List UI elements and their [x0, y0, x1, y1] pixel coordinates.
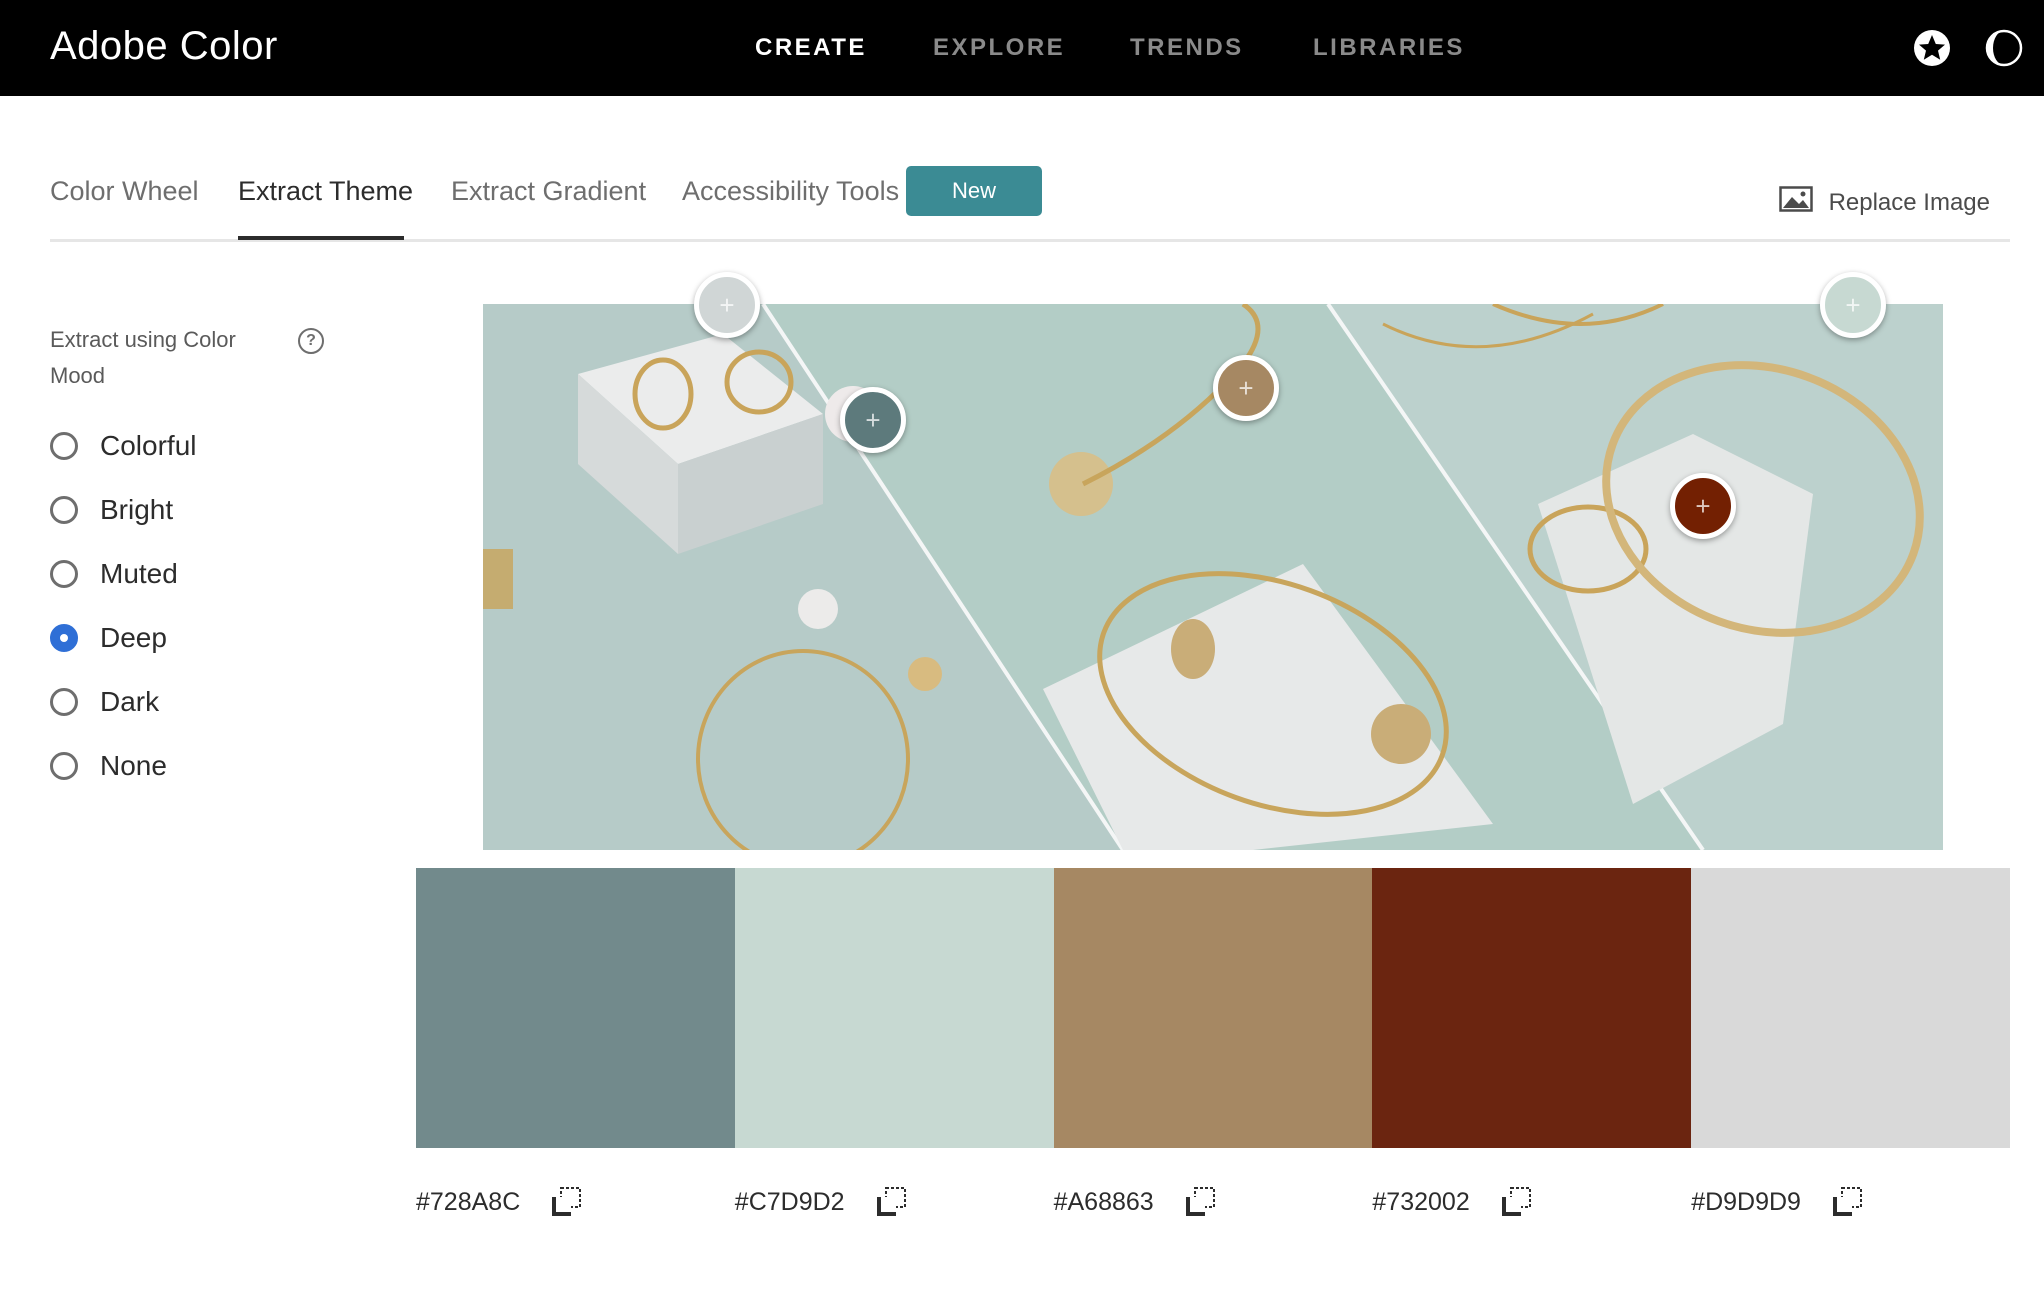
mood-label: Bright [100, 494, 174, 525]
star-icon[interactable] [1913, 29, 1951, 67]
radio-button[interactable] [50, 752, 78, 780]
nav-libraries[interactable]: LIBRARIES [1313, 34, 1465, 62]
hex-cell: #732002 [1372, 1186, 1691, 1218]
radio-button[interactable] [50, 688, 78, 716]
mood-option-bright[interactable]: Bright [50, 494, 173, 526]
color-theme-swatches [416, 868, 2010, 1148]
color-picker-handle-3[interactable]: + [1213, 355, 1279, 421]
app-logo[interactable]: Adobe Color [50, 24, 278, 69]
swatch-5[interactable] [1691, 868, 2010, 1148]
plus-icon: + [865, 404, 881, 435]
copy-icon[interactable] [1184, 1186, 1216, 1218]
swatch-1[interactable] [416, 868, 735, 1148]
plus-icon: + [1845, 289, 1861, 320]
copy-icon[interactable] [1831, 1186, 1863, 1218]
hex-cell: #D9D9D9 [1691, 1186, 2010, 1218]
replace-image-label: Replace Image [1828, 188, 1990, 216]
mood-label: Muted [100, 558, 178, 589]
tab-extract-theme[interactable]: Extract Theme [238, 176, 413, 207]
mood-label: None [100, 750, 167, 781]
hex-values-row: #728A8C #C7D9D2 #A68863 #732002 #D9D9D9 [416, 1186, 2010, 1218]
active-tab-indicator [238, 236, 404, 240]
theme-toggle-icon[interactable] [1985, 29, 2023, 67]
radio-button-selected[interactable] [50, 624, 78, 652]
new-badge: New [906, 166, 1042, 216]
copy-icon[interactable] [875, 1186, 907, 1218]
hex-cell: #A68863 [1054, 1186, 1373, 1218]
create-tabs: Color Wheel Extract Theme Extract Gradie… [50, 150, 2010, 242]
mood-option-colorful[interactable]: Colorful [50, 430, 196, 462]
swatch-2[interactable] [734, 868, 1054, 1148]
color-picker-handle-1[interactable]: + [694, 272, 760, 338]
mood-option-none[interactable]: None [50, 750, 167, 782]
color-picker-handle-2[interactable]: + [840, 387, 906, 453]
help-icon[interactable]: ? [298, 328, 324, 354]
mood-label: Deep [100, 622, 167, 653]
radio-button[interactable] [50, 560, 78, 588]
mood-option-deep[interactable]: Deep [50, 622, 167, 654]
hex-value[interactable]: #D9D9D9 [1691, 1188, 1801, 1217]
nav-explore[interactable]: EXPLORE [933, 34, 1065, 62]
mood-label: Dark [100, 686, 160, 717]
mood-option-dark[interactable]: Dark [50, 686, 159, 718]
image-icon [1778, 186, 1813, 219]
hex-value[interactable]: #A68863 [1054, 1188, 1154, 1217]
swatch-4[interactable] [1372, 868, 1692, 1148]
hex-value[interactable]: #732002 [1372, 1188, 1469, 1217]
mood-option-muted[interactable]: Muted [50, 558, 178, 590]
plus-icon: + [1695, 490, 1711, 521]
nav-create[interactable]: CREATE [755, 34, 867, 62]
hex-value[interactable]: #C7D9D2 [735, 1188, 845, 1217]
copy-icon[interactable] [1500, 1186, 1532, 1218]
hex-cell: #728A8C [416, 1186, 735, 1218]
nav-trends[interactable]: TRENDS [1130, 34, 1244, 62]
hex-value[interactable]: #728A8C [416, 1188, 520, 1217]
color-picker-handle-4[interactable]: + [1670, 473, 1736, 539]
color-picker-handle-5[interactable]: + [1820, 272, 1886, 338]
mood-label: Colorful [100, 430, 197, 461]
plus-icon: + [1238, 372, 1254, 403]
color-mood-heading: Extract using Color Mood [50, 327, 236, 388]
swatch-3[interactable] [1053, 868, 1373, 1148]
copy-icon[interactable] [550, 1186, 582, 1218]
plus-icon: + [719, 289, 735, 320]
replace-image-button[interactable]: Replace Image [1778, 186, 1990, 219]
radio-button[interactable] [50, 496, 78, 524]
tab-extract-gradient[interactable]: Extract Gradient [451, 176, 646, 207]
top-navigation-bar: Adobe Color CREATE EXPLORE TRENDS LIBRAR… [0, 0, 2044, 96]
radio-button[interactable] [50, 432, 78, 460]
hex-cell: #C7D9D2 [735, 1186, 1054, 1218]
tab-accessibility-tools[interactable]: Accessibility Tools [682, 176, 899, 207]
tab-color-wheel[interactable]: Color Wheel [50, 176, 199, 207]
